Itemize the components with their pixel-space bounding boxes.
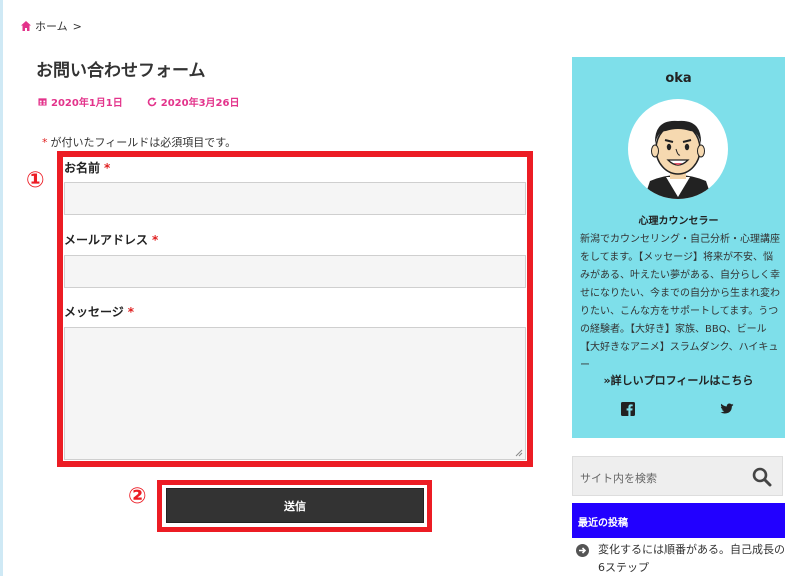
annotation-frame-submit xyxy=(157,480,432,532)
home-icon[interactable] xyxy=(20,20,32,32)
annotation-frame-form xyxy=(57,151,533,467)
required-star: * xyxy=(42,136,48,149)
required-note: * が付いたフィールドは必須項目です。 xyxy=(42,134,236,150)
avatar xyxy=(628,99,728,199)
site-search[interactable]: サイト内を検索 xyxy=(572,456,783,496)
calendar-icon xyxy=(38,98,47,106)
breadcrumb-separator: > xyxy=(72,19,82,33)
page-title: お問い合わせフォーム xyxy=(36,61,206,81)
arrow-circle-icon xyxy=(576,544,589,557)
updated-date-text: 2020年3月26日 xyxy=(160,98,240,109)
profile-role: 心理カウンセラー xyxy=(638,216,719,227)
breadcrumb: ホーム > xyxy=(20,18,82,34)
search-icon[interactable] xyxy=(752,467,772,487)
recent-posts-header: 最近の投稿 xyxy=(572,503,785,538)
recent-post-title[interactable]: 変化するには順番がある。自己成長の6ステップ xyxy=(576,541,791,577)
updated-date: 2020年3月26日 xyxy=(147,94,240,109)
annotation-marker-2: ② xyxy=(128,484,147,509)
search-input[interactable]: サイト内を検索 xyxy=(580,470,657,486)
refresh-icon xyxy=(147,97,157,106)
breadcrumb-home-link[interactable]: ホーム xyxy=(35,18,68,34)
required-note-text: が付いたフィールドは必須項目です。 xyxy=(50,136,237,149)
post-meta: 2020年1月1日 2020年3月26日 xyxy=(38,94,239,109)
annotation-marker-1: ① xyxy=(26,168,45,193)
recent-post-item[interactable]: 変化するには順番がある。自己成長の6ステップ xyxy=(576,541,791,577)
published-date: 2020年1月1日 xyxy=(38,94,123,109)
profile-widget: oka 心理カウンセラー 新潟でカウンセリング・自己分析・心理講座をしてます。【… xyxy=(572,57,785,438)
published-date-text: 2020年1月1日 xyxy=(51,98,123,109)
profile-name: oka xyxy=(665,71,692,86)
avatar-illustration xyxy=(644,120,712,199)
left-edge-border xyxy=(0,0,3,576)
twitter-icon[interactable] xyxy=(720,402,734,416)
profile-bio: 新潟でカウンセリング・自己分析・心理講座をしてます。【メッセージ】将来が不安、悩… xyxy=(580,234,780,371)
facebook-icon[interactable] xyxy=(621,402,635,416)
profile-more-link[interactable]: »詳しいプロフィールはこちら xyxy=(572,372,785,388)
